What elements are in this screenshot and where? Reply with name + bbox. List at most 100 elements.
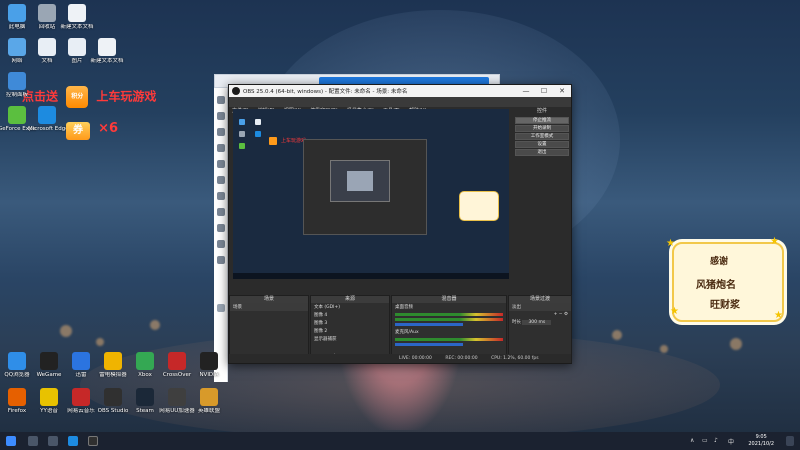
scene-item[interactable]: 场景 xyxy=(230,303,308,311)
clock[interactable]: 9:05 2021/10/2 xyxy=(748,434,774,448)
minimize-icon[interactable]: — xyxy=(519,86,533,96)
app-icon xyxy=(8,38,26,56)
coupon-indicator[interactable]: 券 ×6 xyxy=(66,118,118,140)
ime-icon[interactable]: 中 xyxy=(728,437,734,446)
sidebar-icon[interactable] xyxy=(216,224,225,232)
preview-desktop-icon xyxy=(239,119,245,125)
desktop-shortcut[interactable]: 网络 xyxy=(0,38,36,65)
volume-slider[interactable] xyxy=(395,323,464,326)
desktop-shortcut[interactable]: 新建文本文档 xyxy=(58,4,96,31)
desktop-shortcut-label: NVIDIA xyxy=(199,372,219,378)
promo-mid: 送 xyxy=(46,89,59,104)
obs-window[interactable]: OBS 25.0.4 (64-bit, windows) - 配置文件: 未命名… xyxy=(228,84,572,364)
studio-mode-button[interactable]: 工作室模式 xyxy=(515,133,569,140)
start-icon[interactable] xyxy=(6,436,16,446)
scenes-dock[interactable]: 场景 场景 +−∧∨ xyxy=(229,295,309,363)
edge-taskbar-icon[interactable] xyxy=(68,436,78,446)
tray-chevron-icon[interactable]: ∧ xyxy=(690,437,694,444)
preview-promo-badge xyxy=(269,137,277,145)
sources-dock[interactable]: 来源 文本 (GDI+) 图像 4 图像 3 图像 2 显示器捕获 +−⚙∧∨ xyxy=(310,295,390,363)
desktop-shortcut[interactable]: Microsoft Edge xyxy=(28,106,66,133)
clock-date: 2021/10/2 xyxy=(748,441,774,447)
settings-button[interactable]: 设置 xyxy=(515,141,569,148)
exit-button[interactable]: 退出 xyxy=(515,149,569,156)
sidebar-icon[interactable] xyxy=(216,176,225,184)
preview-sticker xyxy=(459,191,499,221)
maximize-icon[interactable]: ☐ xyxy=(537,86,551,96)
obs-title: OBS 25.0.4 (64-bit, windows) - 配置文件: 未命名… xyxy=(243,89,408,95)
transition-select[interactable]: 淡出 xyxy=(509,303,571,311)
coupon-icon: 券 xyxy=(66,122,90,140)
star-icon: ★ xyxy=(774,310,783,321)
source-item[interactable]: 图像 4 xyxy=(311,311,389,319)
app-icon xyxy=(168,352,186,370)
start-recording-button[interactable]: 开始录制 xyxy=(515,125,569,132)
desktop-shortcut-label: 新建文本文档 xyxy=(60,24,94,30)
obs-preview[interactable]: 上车玩游戏 xyxy=(233,109,509,279)
search-icon[interactable] xyxy=(28,436,38,446)
volume-icon[interactable]: ♪ xyxy=(714,437,718,444)
desktop-shortcut[interactable]: 控制面板 xyxy=(0,72,36,99)
sidebar-icon[interactable] xyxy=(216,128,225,136)
sources-title: 来源 xyxy=(311,296,389,303)
star-icon: ★ xyxy=(666,238,675,249)
obs-menubar[interactable]: 文件(F)编辑(E)视图(V)停靠窗口(D)场景集合(S)工具(T)帮助(H) xyxy=(229,97,571,114)
app-icon xyxy=(68,4,86,22)
app-icon xyxy=(136,388,154,406)
bokeh-light xyxy=(730,338,742,350)
volume-slider[interactable] xyxy=(395,343,464,346)
bokeh-light xyxy=(96,338,104,346)
close-icon[interactable]: ✕ xyxy=(555,86,569,96)
sidebar-icon[interactable] xyxy=(216,160,225,168)
sidebar-icon[interactable] xyxy=(216,208,225,216)
app-icon xyxy=(68,38,86,56)
source-item[interactable]: 显示器捕获 xyxy=(311,335,389,343)
desktop-shortcut[interactable]: 英雄联盟 xyxy=(190,388,228,415)
transition-buttons[interactable]: + − ⚙ xyxy=(509,311,571,318)
app-icon xyxy=(98,38,116,56)
sidebar-icon[interactable] xyxy=(216,144,225,152)
status-cpu: CPU: 1.2%, 60.00 fps xyxy=(491,356,539,361)
status-rec: REC: 00:00:00 xyxy=(445,356,478,361)
app-icon xyxy=(8,388,26,406)
controls-header: 控件 xyxy=(536,108,547,114)
desktop-shortcut[interactable]: 新建文本文档 xyxy=(88,38,126,65)
desktop-shortcut[interactable]: NVIDIA xyxy=(190,352,228,379)
preview-nested-window-3 xyxy=(347,171,373,191)
desktop-shortcut-label: Microsoft Edge xyxy=(28,126,66,132)
preview-desktop-icon xyxy=(255,131,261,137)
source-item[interactable]: 文本 (GDI+) xyxy=(311,303,389,311)
controls-panel: 控件 停止推流 开始录制 工作室模式 设置 退出 xyxy=(513,107,571,157)
sidebar-icon[interactable] xyxy=(216,256,225,264)
sticker-line1: 感谢 xyxy=(710,257,729,267)
source-item[interactable]: 图像 3 xyxy=(311,319,389,327)
points-badge-icon: 积分 xyxy=(66,86,89,108)
bokeh-light xyxy=(150,320,160,330)
task-view-icon[interactable] xyxy=(48,436,58,446)
duration-row[interactable]: 时长 300 ms xyxy=(509,318,571,326)
stop-streaming-button[interactable]: 停止推流 xyxy=(515,117,569,124)
sidebar-icon[interactable] xyxy=(216,192,225,200)
add-icon[interactable] xyxy=(216,304,225,312)
preview-desktop-icon xyxy=(239,131,245,137)
sidebar-icon[interactable] xyxy=(216,112,225,120)
sidebar-icon[interactable] xyxy=(216,240,225,248)
transitions-title: 场景过渡 xyxy=(509,296,571,303)
star-icon: ★ xyxy=(770,236,779,247)
app-icon xyxy=(8,72,26,90)
mixer-dock[interactable]: 混音器 桌面音频 麦克风/Aux xyxy=(391,295,507,363)
sidebar-icon[interactable] xyxy=(216,96,225,104)
browser-sidebar[interactable] xyxy=(214,88,228,382)
network-icon[interactable]: ▭ xyxy=(702,437,708,444)
promo-banner[interactable]: 点击送 积分 上车玩游戏 xyxy=(22,86,156,108)
desktop-shortcut-label: 英雄联盟 xyxy=(197,408,220,414)
app-icon xyxy=(8,352,26,370)
status-live: LIVE: 00:00:00 xyxy=(399,356,432,361)
obs-titlebar[interactable]: OBS 25.0.4 (64-bit, windows) - 配置文件: 未命名… xyxy=(229,85,571,97)
notification-icon[interactable] xyxy=(786,436,794,446)
duration-value[interactable]: 300 ms xyxy=(522,320,552,325)
star-icon: ★ xyxy=(670,306,679,317)
transitions-dock[interactable]: 场景过渡 淡出 + − ⚙ 时长 300 ms xyxy=(508,295,572,363)
source-item[interactable]: 图像 2 xyxy=(311,327,389,335)
obs-taskbar-icon[interactable] xyxy=(88,436,98,446)
